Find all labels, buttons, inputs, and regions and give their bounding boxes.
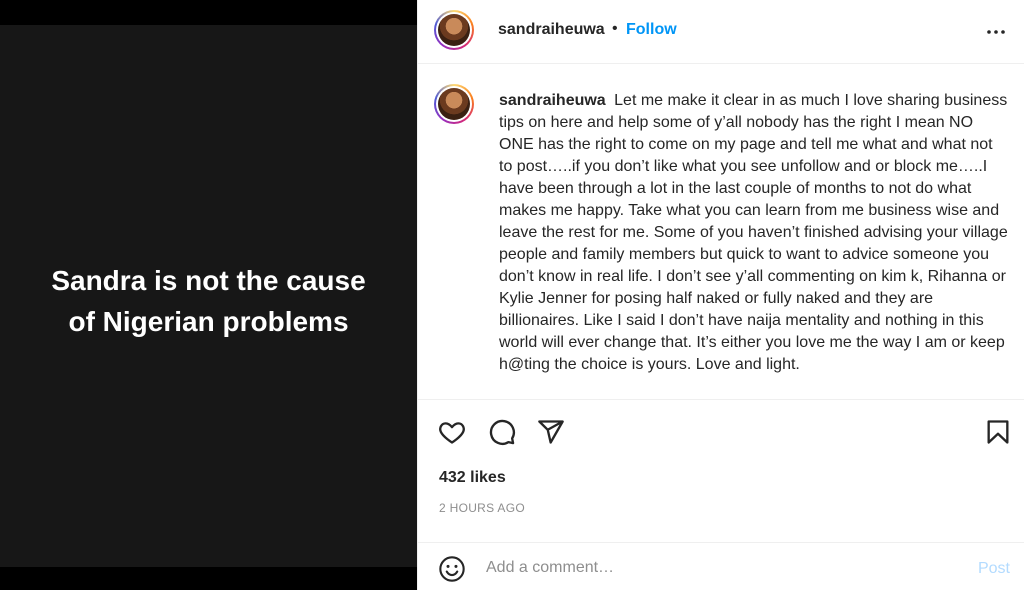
image-text-line-2: of Nigerian problems [68,306,349,337]
follow-button[interactable]: Follow [626,21,677,39]
action-bar [418,400,1024,460]
comment-bar: Post [418,542,1024,590]
instagram-post-modal: Sandra is not the cause of Nigerian prob… [0,0,1024,590]
post-timestamp[interactable]: 2 HOURS AGO [439,501,525,515]
comment-input[interactable] [486,557,966,579]
more-horizontal-icon[interactable] [984,20,1008,44]
post-image[interactable]: Sandra is not the cause of Nigerian prob… [0,25,417,567]
separator-dot: • [612,20,618,37]
image-text: Sandra is not the cause of Nigerian prob… [19,260,399,342]
bookmark-icon[interactable] [984,418,1012,446]
post-header: sandraiheuwa • Follow [418,0,1024,64]
heart-icon[interactable] [438,418,466,446]
comment-icon[interactable] [488,418,516,446]
post-media: Sandra is not the cause of Nigerian prob… [0,0,417,590]
caption-username[interactable]: sandraiheuwa [499,92,606,109]
caption-section: sandraiheuwa Let me make it clear in as … [418,64,1024,400]
avatar[interactable] [434,10,474,50]
caption-text: sandraiheuwa Let me make it clear in as … [499,90,1009,376]
header-username[interactable]: sandraiheuwa [498,21,605,39]
post-button[interactable]: Post [978,560,1010,578]
paper-plane-icon[interactable] [537,418,565,446]
caption-avatar[interactable] [434,84,474,124]
image-text-line-1: Sandra is not the cause [51,265,366,296]
like-count[interactable]: 432 likes [439,469,506,487]
emoji-icon[interactable] [438,555,466,583]
post-details-panel: sandraiheuwa • Follow sandraiheuwa Let m… [417,0,1024,590]
caption-body: Let me make it clear in as much I love s… [499,92,1008,373]
